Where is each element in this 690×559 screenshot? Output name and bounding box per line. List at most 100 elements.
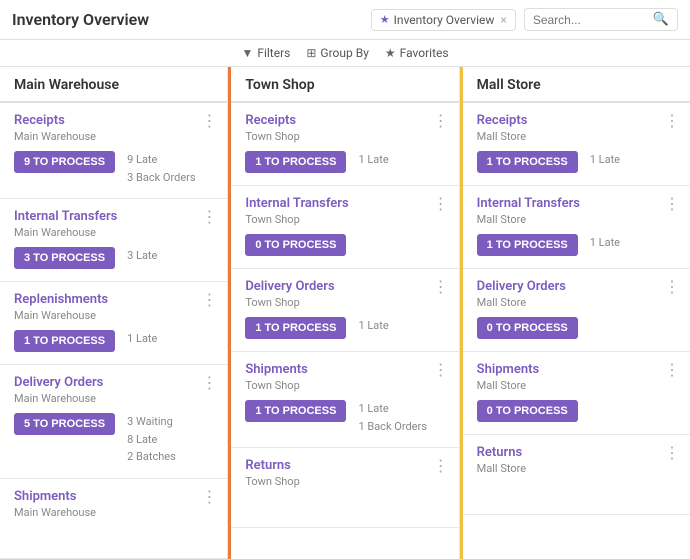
card-menu-icon[interactable]: ⋮	[433, 113, 449, 129]
card-title[interactable]: Shipments	[477, 362, 676, 377]
card-mall-store-1: ⋮Internal TransfersMall Store1 TO PROCES…	[463, 186, 690, 269]
card-main-warehouse-1: ⋮Internal TransfersMain Warehouse3 TO PR…	[0, 199, 227, 282]
card-menu-icon[interactable]: ⋮	[664, 362, 680, 378]
page-title: Inventory Overview	[12, 10, 371, 29]
card-stats: 1 Late	[590, 234, 620, 252]
card-title[interactable]: Receipts	[477, 113, 676, 128]
stat-item: 1 Back Orders	[358, 418, 426, 436]
card-title[interactable]: Replenishments	[14, 292, 213, 307]
card-body: 0 TO PROCESS	[477, 317, 676, 339]
toolbar: ▼ Filters ⊞ Group By ★ Favorites	[0, 40, 690, 67]
card-stats: 1 Late	[127, 330, 157, 348]
card-main-warehouse-4: ⋮ShipmentsMain Warehouse	[0, 479, 227, 559]
card-subtitle: Mall Store	[477, 296, 676, 309]
card-menu-icon[interactable]: ⋮	[664, 445, 680, 461]
card-stats: 9 Late3 Back Orders	[127, 151, 195, 186]
card-menu-icon[interactable]: ⋮	[664, 113, 680, 129]
card-title[interactable]: Internal Transfers	[14, 209, 213, 224]
stat-item: 1 Late	[590, 234, 620, 252]
card-stats: 3 Waiting8 Late2 Batches	[127, 413, 176, 466]
card-title[interactable]: Returns	[477, 445, 676, 460]
process-button[interactable]: 5 TO PROCESS	[14, 413, 115, 435]
card-title[interactable]: Receipts	[14, 113, 213, 128]
card-title[interactable]: Internal Transfers	[245, 196, 444, 211]
process-button[interactable]: 0 TO PROCESS	[245, 234, 346, 256]
card-title[interactable]: Shipments	[14, 489, 213, 504]
card-subtitle: Mall Store	[477, 462, 676, 475]
process-button[interactable]: 9 TO PROCESS	[14, 151, 115, 173]
card-title[interactable]: Shipments	[245, 362, 444, 377]
card-menu-icon[interactable]: ⋮	[433, 362, 449, 378]
card-title[interactable]: Delivery Orders	[477, 279, 676, 294]
card-subtitle: Main Warehouse	[14, 392, 213, 405]
card-subtitle: Mall Store	[477, 130, 676, 143]
column-town-shop: Town Shop⋮ReceiptsTown Shop1 TO PROCESS1…	[228, 67, 459, 559]
process-button[interactable]: 1 TO PROCESS	[477, 151, 578, 173]
card-stats: 1 Late1 Back Orders	[358, 400, 426, 435]
process-button[interactable]: 3 TO PROCESS	[14, 247, 115, 269]
card-body: 0 TO PROCESS	[477, 400, 676, 422]
search-icon: 🔍	[653, 12, 669, 27]
favorites-label: Favorites	[400, 46, 449, 60]
stat-item: 1 Late	[127, 330, 157, 348]
card-body: 3 TO PROCESS 3 Late	[14, 247, 213, 269]
card-title[interactable]: Delivery Orders	[14, 375, 213, 390]
main-content: Main Warehouse⋮ReceiptsMain Warehouse9 T…	[0, 67, 690, 559]
card-menu-icon[interactable]: ⋮	[201, 375, 217, 391]
process-button[interactable]: 1 TO PROCESS	[245, 151, 346, 173]
card-town-shop-1: ⋮Internal TransfersTown Shop0 TO PROCESS	[231, 186, 458, 269]
card-menu-icon[interactable]: ⋮	[201, 209, 217, 225]
stat-item: 2 Batches	[127, 448, 176, 466]
card-menu-icon[interactable]: ⋮	[433, 279, 449, 295]
card-menu-icon[interactable]: ⋮	[433, 458, 449, 474]
card-stats: 1 Late	[590, 151, 620, 169]
search-box[interactable]: 🔍	[524, 8, 678, 31]
process-button[interactable]: 1 TO PROCESS	[245, 317, 346, 339]
card-subtitle: Town Shop	[245, 130, 444, 143]
process-button[interactable]: 0 TO PROCESS	[477, 317, 578, 339]
card-mall-store-3: ⋮ShipmentsMall Store0 TO PROCESS	[463, 352, 690, 435]
card-body: 9 TO PROCESS 9 Late3 Back Orders	[14, 151, 213, 186]
card-title[interactable]: Delivery Orders	[245, 279, 444, 294]
column-mall-store: Mall Store⋮ReceiptsMall Store1 TO PROCES…	[460, 67, 690, 559]
card-subtitle: Town Shop	[245, 475, 444, 488]
stat-item: 1 Late	[590, 151, 620, 169]
card-subtitle: Town Shop	[245, 296, 444, 309]
group-by-label: Group By	[320, 46, 368, 60]
card-menu-icon[interactable]: ⋮	[664, 196, 680, 212]
process-button[interactable]: 1 TO PROCESS	[477, 234, 578, 256]
card-mall-store-0: ⋮Receipts Mall Store 1 TO PROCESS 1 Late	[463, 103, 690, 186]
filters-button[interactable]: ▼ Filters	[241, 46, 290, 60]
close-tab-icon[interactable]: ×	[500, 13, 506, 27]
group-by-button[interactable]: ⊞ Group By	[306, 46, 369, 60]
card-menu-icon[interactable]: ⋮	[201, 113, 217, 129]
card-body: 1 TO PROCESS 1 Late	[477, 151, 676, 173]
process-button[interactable]: 0 TO PROCESS	[477, 400, 578, 422]
card-main-warehouse-3: ⋮Delivery Orders Main Warehouse 5 TO PROCE…	[0, 365, 227, 479]
favorites-button[interactable]: ★ Favorites	[385, 46, 449, 60]
card-title[interactable]: Receipts	[245, 113, 444, 128]
favorites-icon: ★	[385, 46, 396, 60]
card-body: 1 TO PROCESS 1 Late	[477, 234, 676, 256]
card-town-shop-0: ⋮Receipts Town Shop 1 TO PROCESS1 Late	[231, 103, 458, 186]
card-menu-icon[interactable]: ⋮	[201, 292, 217, 308]
card-body: 5 TO PROCESS 3 Waiting8 Late2 Batches	[14, 413, 213, 466]
stat-item: 3 Late	[127, 247, 157, 265]
card-title[interactable]: Internal Transfers	[477, 196, 676, 211]
process-button[interactable]: 1 TO PROCESS	[245, 400, 346, 422]
card-menu-icon[interactable]: ⋮	[664, 279, 680, 295]
card-menu-icon[interactable]: ⋮	[201, 489, 217, 505]
process-button[interactable]: 1 TO PROCESS	[14, 330, 115, 352]
card-body: 1 TO PROCESS1 Late	[245, 317, 444, 339]
card-stats: 3 Late	[127, 247, 157, 265]
card-subtitle: Main Warehouse	[14, 130, 213, 143]
card-subtitle: Main Warehouse	[14, 309, 213, 322]
card-main-warehouse-2: ⋮Replenishments Main Warehouse 1 TO PROCES…	[0, 282, 227, 365]
card-menu-icon[interactable]: ⋮	[433, 196, 449, 212]
card-body: 1 TO PROCESS1 Late	[245, 151, 444, 173]
stat-item: 3 Back Orders	[127, 169, 195, 187]
card-title[interactable]: Returns	[245, 458, 444, 473]
active-tab[interactable]: ★ Inventory Overview ×	[371, 9, 516, 31]
stat-item: 8 Late	[127, 431, 176, 449]
search-input[interactable]	[533, 13, 653, 27]
